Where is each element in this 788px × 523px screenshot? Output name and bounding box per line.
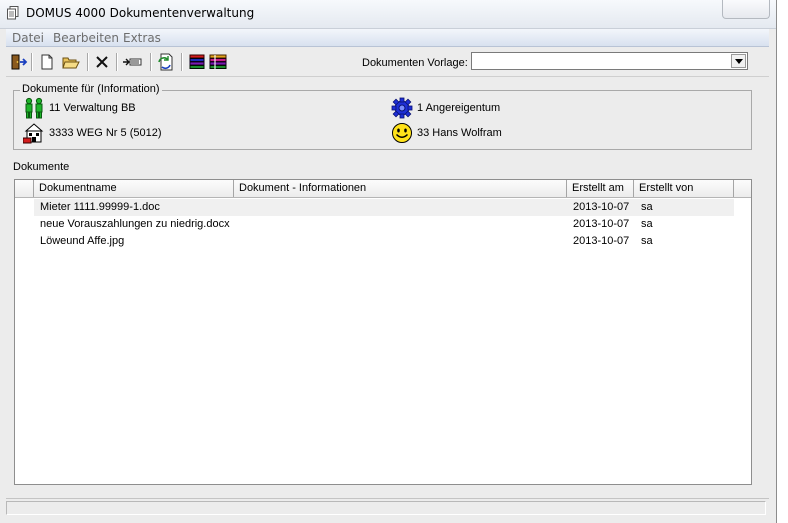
cell-name: neue Vorauszahlungen zu niedrig.docx: [40, 218, 230, 230]
info-group-legend: Dokumente für (Information): [20, 83, 162, 95]
window-title: DOMUS 4000 Dokumentenverwaltung: [26, 6, 255, 20]
menu-extras[interactable]: Extras: [123, 31, 161, 45]
vorlage-label: Dokumenten Vorlage:: [362, 57, 468, 69]
info-group-box: Dokumente für (Information) 11 Verwaltun…: [13, 83, 752, 150]
import-arrow-icon: [123, 58, 142, 66]
exit-button[interactable]: [9, 52, 29, 72]
delete-x-icon: [96, 56, 108, 68]
info-entry-eigentum: 1 Angereigentum: [391, 97, 500, 119]
documents-list[interactable]: Dokumentname Dokument - Informationen Er…: [14, 179, 752, 485]
list-header: Dokumentname Dokument - Informationen Er…: [15, 180, 751, 198]
open-folder-button[interactable]: [61, 52, 81, 72]
table-row[interactable]: Löweund Affe.jpg 2013-10-07 sa: [34, 233, 734, 250]
new-document-button[interactable]: [37, 52, 57, 72]
table-row[interactable]: neue Vorauszahlungen zu niedrig.docx 201…: [34, 216, 734, 233]
menu-bar: Datei Bearbeiten Extras: [6, 29, 769, 47]
toolbar-separator: [150, 53, 152, 71]
menu-bearbeiten[interactable]: Bearbeiten: [53, 31, 119, 45]
column-header-name[interactable]: Dokumentname: [34, 180, 234, 197]
info-text-person: 33 Hans Wolfram: [417, 127, 502, 139]
info-text-weg: 3333 WEG Nr 5 (5012): [49, 127, 162, 139]
cell-date: 2013-10-07: [573, 235, 630, 247]
colored-list-icon: [189, 54, 205, 69]
open-folder-icon: [62, 57, 80, 69]
toolbar-separator: [181, 53, 183, 71]
menu-datei[interactable]: Datei: [12, 31, 44, 45]
info-entry-verwaltung: 11 Verwaltung BB: [23, 97, 136, 119]
toolbar: Dokumenten Vorlage:: [6, 49, 769, 77]
column-header-icon[interactable]: [15, 180, 34, 197]
new-document-icon: [41, 54, 53, 70]
cell-date: 2013-10-07: [573, 201, 630, 213]
cell-name: Löweund Affe.jpg: [40, 235, 125, 247]
column-header-info[interactable]: Dokument - Informationen: [234, 180, 567, 197]
exit-door-icon: [11, 54, 28, 70]
gear-icon: [391, 97, 413, 119]
cell-date: 2013-10-07: [573, 218, 630, 230]
status-pane: [6, 501, 766, 515]
info-text-eigentum: 1 Angereigentum: [417, 102, 501, 114]
colored-list-alt-button[interactable]: [208, 52, 228, 72]
info-entry-weg: 3333 WEG Nr 5 (5012): [23, 122, 162, 144]
chevron-down-icon[interactable]: [731, 54, 746, 68]
persons-icon: [25, 97, 43, 119]
cell-author: sa: [641, 218, 653, 230]
cell-author: sa: [641, 201, 653, 213]
toolbar-separator: [116, 53, 118, 71]
refresh-document-icon: [158, 53, 173, 71]
colored-list-button[interactable]: [187, 52, 207, 72]
documents-label: Dokumente: [13, 161, 70, 173]
title-bar[interactable]: DOMUS 4000 Dokumentenverwaltung: [0, 0, 776, 29]
column-header-author[interactable]: Erstellt von: [634, 180, 734, 197]
building-icon: [23, 123, 44, 144]
info-text-verwaltung: 11 Verwaltung BB: [49, 102, 136, 114]
cell-name: Mieter 1111.99999-1.doc: [40, 201, 160, 213]
delete-button[interactable]: [92, 52, 112, 72]
vorlage-dropdown[interactable]: [471, 52, 748, 70]
toolbar-separator: [31, 53, 33, 71]
import-button[interactable]: [122, 52, 142, 72]
document-stack-icon: [7, 6, 19, 20]
document-management-window: DOMUS 4000 Dokumentenverwaltung Datei Be…: [0, 0, 777, 523]
toolbar-separator: [87, 53, 89, 71]
refresh-document-button[interactable]: [156, 52, 176, 72]
cell-author: sa: [641, 235, 653, 247]
status-bar: [6, 498, 769, 517]
column-header-date[interactable]: Erstellt am: [567, 180, 634, 197]
colored-list-alt-icon: [209, 54, 227, 69]
smiley-icon: [392, 123, 412, 143]
table-row[interactable]: Mieter 1111.99999-1.doc 2013-10-07 sa: [34, 199, 734, 216]
close-button[interactable]: [722, 0, 770, 19]
info-entry-person: 33 Hans Wolfram: [391, 122, 502, 144]
